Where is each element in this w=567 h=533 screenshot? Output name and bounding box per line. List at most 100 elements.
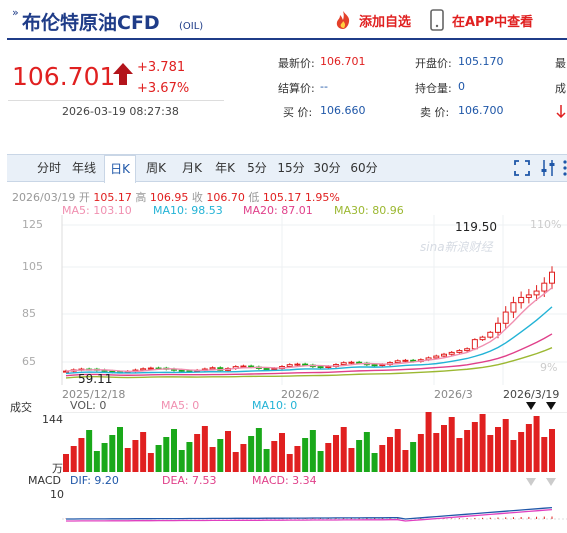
candle-body xyxy=(140,368,147,371)
volume-bar xyxy=(518,432,525,472)
tab-0[interactable]: 分时 xyxy=(34,155,64,182)
last-price: 106.701 xyxy=(12,62,116,91)
volume-bar xyxy=(232,452,239,472)
volume-bar xyxy=(117,427,123,472)
hold-label: 持仓量: xyxy=(415,82,452,95)
candle-body xyxy=(178,369,185,372)
candle-body xyxy=(487,331,494,338)
volume-bar xyxy=(379,445,386,472)
candle-body xyxy=(317,366,324,369)
candle-body xyxy=(441,353,447,357)
settle-label: 结算价: xyxy=(278,82,315,95)
ask-value: 106.700 xyxy=(458,104,504,117)
y-tick-105: 105 xyxy=(22,260,43,273)
volume-bar xyxy=(70,446,77,472)
volume-bar xyxy=(309,430,316,472)
tab-4[interactable]: 月K xyxy=(176,155,208,182)
tab-3[interactable]: 周K xyxy=(138,155,174,182)
volume-bar xyxy=(525,424,532,472)
y-tick-125: 125 xyxy=(22,218,43,231)
volume-bar xyxy=(317,451,324,472)
volume-bar xyxy=(433,433,440,472)
candle-body xyxy=(294,363,301,366)
volume-bar xyxy=(294,446,301,472)
volume-bar xyxy=(394,429,401,472)
candle-body xyxy=(248,365,255,368)
volume-bar xyxy=(371,453,378,472)
candle-body xyxy=(479,336,486,341)
macd-title: MACD xyxy=(28,474,61,487)
candle-body xyxy=(209,367,216,370)
volume-bar xyxy=(402,450,409,472)
open-in-app-button[interactable]: 在APP中查看 xyxy=(430,8,533,32)
ma5-line xyxy=(65,287,553,373)
candle-body xyxy=(433,355,440,359)
x-label-4: 2026/3/19 xyxy=(503,388,560,401)
volume-bar xyxy=(541,437,548,472)
settle-value: -- xyxy=(320,80,328,93)
candle-body xyxy=(448,351,455,355)
tab-5[interactable]: 年K xyxy=(210,155,240,182)
settings-sliders-icon[interactable] xyxy=(540,159,556,177)
volume-bar xyxy=(201,426,208,472)
tab-6[interactable]: 5分 xyxy=(242,155,272,182)
volume-bar xyxy=(271,441,278,472)
tab-9[interactable]: 60分 xyxy=(346,155,382,182)
macd-value: MACD: 3.34 xyxy=(252,474,317,487)
volume-bar xyxy=(263,449,270,472)
tab-1[interactable]: 年线 xyxy=(66,155,102,182)
volume-bar xyxy=(510,440,517,472)
tab-8[interactable]: 30分 xyxy=(310,155,344,182)
y-tick-65: 65 xyxy=(22,355,36,368)
volume-bar xyxy=(255,428,262,472)
volume-bar xyxy=(147,453,154,472)
candle-body xyxy=(394,360,401,364)
volume-bar xyxy=(487,435,494,472)
more-icon[interactable] xyxy=(562,159,567,177)
tab-7[interactable]: 15分 xyxy=(274,155,308,182)
candle-body xyxy=(510,302,517,313)
cut-label-2: 成 xyxy=(555,82,566,95)
volume-bar xyxy=(464,430,471,472)
ask-label: 卖 价: xyxy=(420,106,450,119)
candle-body xyxy=(402,359,409,362)
volume-bar xyxy=(495,427,501,472)
volume-bar xyxy=(248,436,255,472)
candle-body xyxy=(464,348,471,352)
add-watch-button[interactable]: 添加自选 xyxy=(332,8,411,32)
candle-body xyxy=(471,339,478,350)
ohlc-info: 2026/03/19 开 105.17 高 106.95 收 106.70 低 … xyxy=(12,191,340,204)
header-divider xyxy=(7,38,567,40)
candle-body xyxy=(147,367,154,370)
volume-bar xyxy=(302,438,309,472)
flame-icon xyxy=(336,11,350,29)
volume-bar xyxy=(387,437,393,472)
volume-bar xyxy=(86,430,93,472)
macd-dif: DIF: 9.20 xyxy=(70,474,119,487)
phone-icon xyxy=(430,9,444,31)
info-open: 105.17 xyxy=(93,191,132,204)
candle-body xyxy=(525,294,532,298)
volume-bar xyxy=(78,438,85,472)
candle-body xyxy=(240,365,247,368)
tab-2[interactable]: 日K xyxy=(104,155,136,183)
hold-value: 0 xyxy=(458,80,465,93)
candle-body xyxy=(502,311,509,324)
candle-body xyxy=(495,322,501,333)
volume-bar xyxy=(194,434,201,472)
max-price-label: 119.50 xyxy=(455,220,497,234)
volume-bar xyxy=(502,419,509,472)
collapse-arrows-icon[interactable] xyxy=(525,401,561,411)
quote-divider xyxy=(8,100,224,101)
ma10-line xyxy=(65,306,553,375)
volume-bar xyxy=(109,435,116,472)
symbol-code: (OIL) xyxy=(179,21,204,32)
latest-label: 最新价: xyxy=(278,57,315,70)
fullscreen-icon[interactable] xyxy=(514,160,530,176)
volume-bar xyxy=(417,434,424,472)
volume-bar xyxy=(178,450,185,472)
macd-collapse-icon[interactable] xyxy=(525,477,561,487)
volume-bar xyxy=(533,416,540,472)
volume-bar xyxy=(325,443,332,472)
macd-dea: DEA: 7.53 xyxy=(162,474,217,487)
